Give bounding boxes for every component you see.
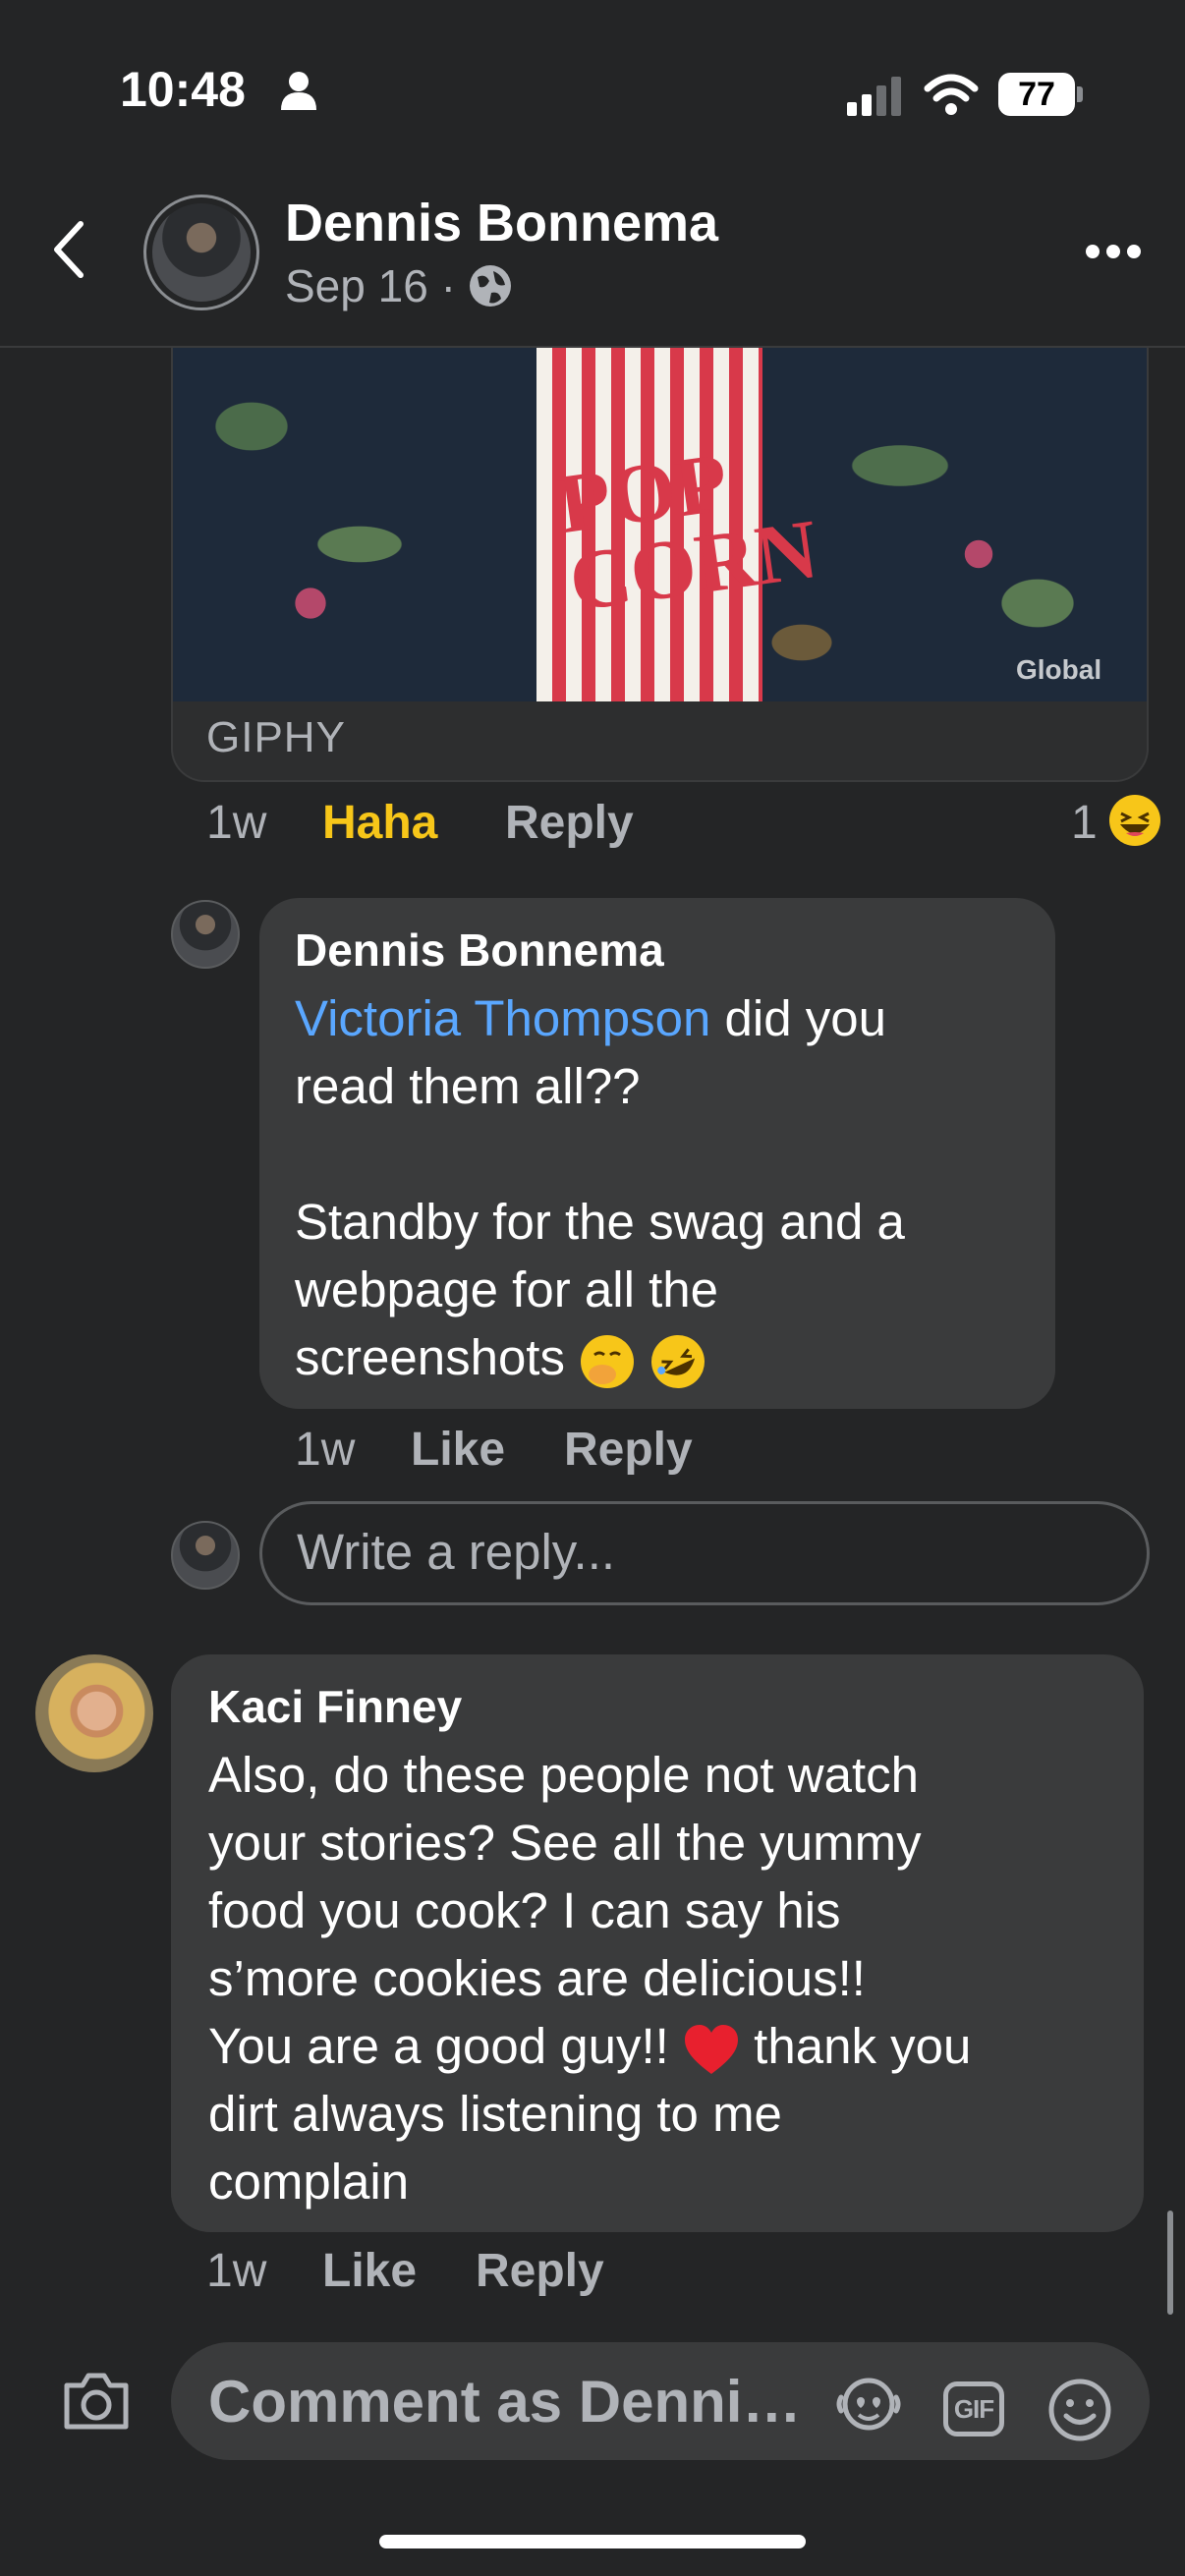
haha-reaction-button[interactable]: Haha bbox=[322, 796, 437, 850]
kaci-text-line6: dirt always listening to me bbox=[208, 2086, 782, 2142]
reply-time: 1w bbox=[295, 1424, 356, 1476]
gif-button[interactable]: GIF bbox=[943, 2381, 1004, 2436]
post-date-text: Sep 16 · bbox=[285, 260, 456, 311]
mention-link[interactable]: Victoria Thompson bbox=[295, 990, 710, 1046]
globe-icon bbox=[469, 265, 511, 307]
reply-comment-text: Victoria Thompson did you read them all?… bbox=[295, 984, 1042, 1391]
kaci-avatar[interactable] bbox=[35, 1654, 153, 1772]
back-chevron-icon[interactable] bbox=[49, 218, 88, 281]
author-avatar[interactable] bbox=[143, 195, 259, 310]
kaci-comment-time: 1w bbox=[206, 2245, 267, 2297]
post-author-name[interactable]: Dennis Bonnema bbox=[285, 193, 718, 253]
reply-like-button[interactable]: Like bbox=[411, 1423, 505, 1477]
reply-text-line3: Standby for the swag and a bbox=[295, 1194, 905, 1250]
kaci-author-name[interactable]: Kaci Finney bbox=[208, 1680, 462, 1733]
kaci-text-line7: complain bbox=[208, 2154, 410, 2210]
avatar-sticker-icon[interactable] bbox=[833, 2376, 904, 2433]
face-with-hand-over-mouth-emoji bbox=[581, 1334, 635, 1388]
reply-reply-button[interactable]: Reply bbox=[564, 1423, 693, 1477]
reply-box-avatar bbox=[171, 1521, 240, 1590]
post-date: Sep 16 · bbox=[285, 259, 513, 312]
home-indicator[interactable] bbox=[379, 2535, 806, 2548]
red-heart-emoji bbox=[685, 2024, 739, 2074]
more-options-icon[interactable] bbox=[1085, 244, 1142, 259]
reply-blank-line bbox=[295, 1120, 1042, 1188]
write-reply-placeholder: Write a reply... bbox=[297, 1524, 616, 1580]
popcorn-bag-text: POP CORN bbox=[553, 434, 823, 630]
kaci-text-line3: food you cook? I can say his bbox=[208, 1882, 841, 1938]
scrollbar[interactable] bbox=[1167, 2211, 1173, 2315]
emoji-icon[interactable] bbox=[1047, 2378, 1112, 2442]
kaci-text-line1: Also, do these people not watch bbox=[208, 1747, 919, 1803]
status-time: 10:48 bbox=[120, 62, 246, 117]
giphy-label: GIPHY bbox=[206, 713, 346, 761]
kaci-text-line5-rest: thank you bbox=[740, 2018, 972, 2074]
comment-composer-placeholder: Comment as Denni… bbox=[208, 2369, 802, 2435]
battery-icon: 77 bbox=[998, 73, 1075, 116]
battery-cap bbox=[1077, 86, 1083, 102]
kaci-reply-button[interactable]: Reply bbox=[476, 2244, 604, 2298]
haha-emoji-icon bbox=[1109, 795, 1160, 846]
reaction-count[interactable]: 1 bbox=[1071, 796, 1098, 850]
kaci-like-button[interactable]: Like bbox=[322, 2244, 417, 2298]
battery-level: 77 bbox=[1018, 75, 1055, 113]
bag-text-corn: CORN bbox=[563, 500, 823, 630]
person-icon bbox=[281, 72, 316, 110]
reply-avatar[interactable] bbox=[171, 900, 240, 969]
kaci-comment-text: Also, do these people not watch your sto… bbox=[208, 1741, 1132, 2215]
wifi-icon bbox=[924, 74, 979, 115]
kaci-text-line5: You are a good guy!! bbox=[208, 2018, 684, 2074]
reply-text-line2: read them all?? bbox=[295, 1058, 641, 1114]
cellular-signal-icon bbox=[847, 77, 901, 116]
kaci-text-line2: your stories? See all the yummy bbox=[208, 1815, 922, 1871]
rolling-on-floor-laughing-emoji bbox=[651, 1334, 705, 1388]
reply-text-line5: screenshots bbox=[295, 1329, 565, 1385]
kaci-text-line4: s’more cookies are delicious!! bbox=[208, 1950, 866, 2006]
gif-label: GIF bbox=[953, 2393, 994, 2424]
reply-author-name[interactable]: Dennis Bonnema bbox=[295, 924, 664, 977]
reply-text-line4: webpage for all the bbox=[295, 1261, 718, 1317]
comment-time: 1w bbox=[206, 797, 267, 849]
reply-text-line1: did you bbox=[710, 990, 886, 1046]
camera-icon[interactable] bbox=[61, 2370, 132, 2433]
reply-button[interactable]: Reply bbox=[505, 796, 634, 850]
giphy-watermark: Global bbox=[1016, 654, 1102, 685]
